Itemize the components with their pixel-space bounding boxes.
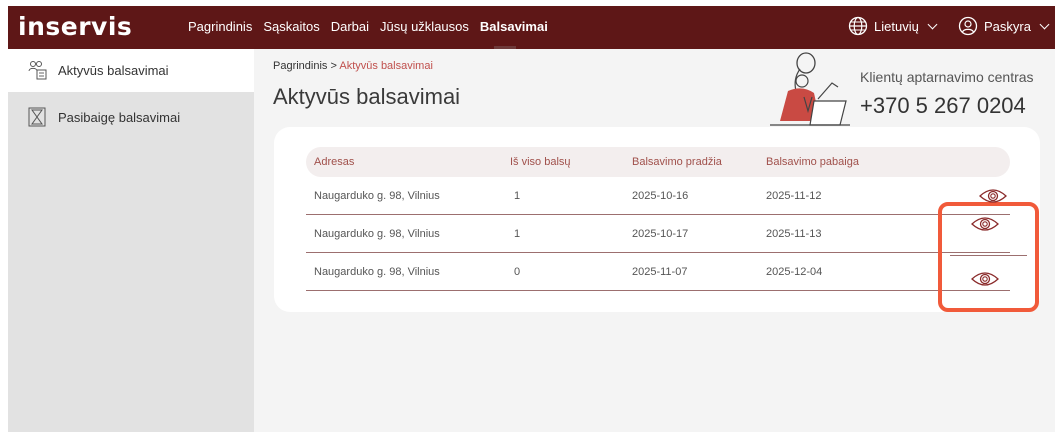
cell-total-votes: 1 — [514, 228, 521, 240]
cell-address: Naugarduko g. 98, Vilnius — [314, 228, 440, 240]
eye-icon[interactable] — [970, 269, 1000, 289]
votes-table-card: Adresas Iš viso balsų Balsavimo pradžia … — [274, 127, 1040, 312]
breadcrumb: Pagrindinis > Aktyvūs balsavimai — [273, 60, 433, 72]
cell-end-date: 2025-12-04 — [766, 266, 823, 278]
support-phone[interactable]: +370 5 267 0204 — [860, 93, 1026, 119]
eye-icon[interactable] — [978, 186, 1008, 206]
cell-address: Naugarduko g. 98, Vilnius — [314, 266, 440, 278]
cell-start-date: 2025-10-17 — [632, 228, 689, 240]
hourglass-icon — [28, 107, 46, 127]
chevron-down-icon — [1039, 19, 1050, 29]
brand-logo[interactable]: inservis — [18, 12, 132, 41]
sidebar-item-finished-votes[interactable]: Pasibaigę balsavimai — [8, 96, 254, 139]
table-row[interactable]: Naugarduko g. 98, Vilnius 1 2025-10-17 2… — [306, 215, 1010, 253]
page-title: Aktyvūs balsavimai — [273, 84, 461, 109]
sidebar: Aktyvūs balsavimai Pasibaigę balsavimai — [8, 49, 254, 432]
breadcrumb-separator: > — [330, 60, 337, 72]
sidebar-item-active-votes[interactable]: Aktyvūs balsavimai — [8, 49, 254, 92]
column-header-start-date: Balsavimo pradžia — [632, 156, 722, 168]
language-selector[interactable]: Lietuvių — [848, 16, 938, 36]
nav-item-home[interactable]: Pagrindinis — [188, 19, 252, 34]
account-menu[interactable]: Paskyra — [958, 16, 1050, 36]
sidebar-item-label: Aktyvūs balsavimai — [58, 63, 169, 78]
table-row[interactable]: Naugarduko g. 98, Vilnius 0 2025-11-07 2… — [306, 253, 1010, 291]
column-header-address: Adresas — [314, 156, 355, 168]
breadcrumb-home[interactable]: Pagrindinis — [273, 60, 327, 72]
nav-item-invoices[interactable]: Sąskaitos — [263, 19, 319, 34]
active-votes-icon — [28, 61, 47, 80]
cell-total-votes: 0 — [514, 266, 521, 278]
nav-item-requests[interactable]: Jūsų užklausos — [380, 19, 469, 34]
eye-icon[interactable] — [970, 214, 1000, 234]
globe-icon — [848, 16, 868, 36]
support-agent-illustration — [770, 52, 850, 126]
table-header: Adresas Iš viso balsų Balsavimo pradžia … — [306, 147, 1010, 177]
table-row[interactable]: Naugarduko g. 98, Vilnius 1 2025-10-16 2… — [306, 177, 1010, 215]
language-label: Lietuvių — [874, 18, 919, 34]
nav-item-votes[interactable]: Balsavimai — [480, 19, 548, 34]
cell-address: Naugarduko g. 98, Vilnius — [314, 190, 440, 202]
chevron-down-icon — [927, 19, 938, 29]
top-navbar: inservis Pagrindinis Sąskaitos Darbai Jū… — [8, 6, 1055, 49]
cell-end-date: 2025-11-12 — [766, 190, 822, 202]
main-nav: Pagrindinis Sąskaitos Darbai Jūsų užklau… — [188, 19, 548, 34]
account-label: Paskyra — [984, 18, 1031, 34]
breadcrumb-current: Aktyvūs balsavimai — [339, 60, 433, 72]
support-info: Klientų aptarnavimo centras +370 5 267 0… — [758, 51, 1055, 131]
support-label: Klientų aptarnavimo centras — [860, 69, 1034, 85]
app-window: inservis Pagrindinis Sąskaitos Darbai Jū… — [8, 6, 1055, 432]
cell-end-date: 2025-11-13 — [766, 228, 822, 240]
column-header-end-date: Balsavimo pabaiga — [766, 156, 859, 168]
active-nav-indicator — [494, 46, 516, 49]
user-icon — [958, 16, 978, 36]
sidebar-item-label: Pasibaigę balsavimai — [58, 110, 181, 125]
row-divider — [950, 255, 1027, 256]
nav-item-works[interactable]: Darbai — [331, 19, 369, 34]
cell-start-date: 2025-11-07 — [632, 266, 688, 278]
cell-start-date: 2025-10-16 — [632, 190, 689, 202]
cell-total-votes: 1 — [514, 190, 521, 202]
column-header-total-votes: Iš viso balsų — [510, 156, 571, 168]
